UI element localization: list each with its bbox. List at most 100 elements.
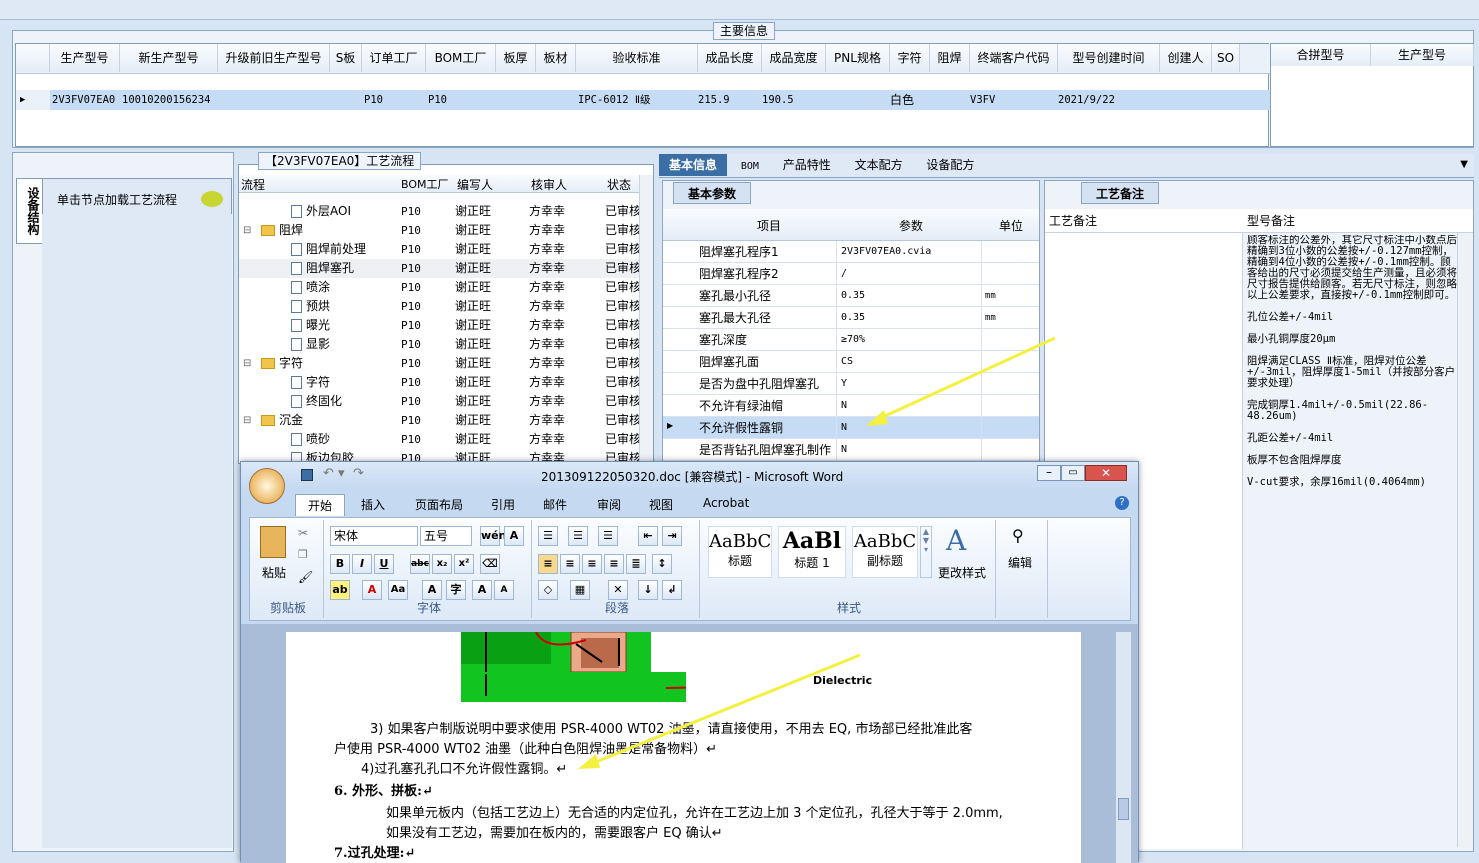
list-item[interactable]: 外层AOI P10 谢正旺 方幸幸 已审核: [239, 202, 649, 221]
change-styles-icon[interactable]: A: [946, 524, 966, 557]
col-header[interactable]: 生产型号: [1371, 44, 1474, 66]
char-border-icon[interactable]: A: [504, 526, 524, 546]
style-heading-1[interactable]: AaBl 标题 1: [778, 526, 846, 578]
clear-format-icon[interactable]: ⌫: [480, 554, 500, 574]
sort-icon[interactable]: ↓: [638, 580, 658, 600]
decrease-indent-icon[interactable]: ⇤: [638, 526, 658, 546]
strikethrough-icon[interactable]: abc: [410, 554, 430, 574]
char-shading-icon[interactable]: A: [422, 580, 442, 600]
collapse-icon[interactable]: ⊟: [243, 354, 251, 373]
list-item[interactable]: 曝光 P10 谢正旺 方幸幸 已审核: [239, 316, 649, 335]
justify-icon[interactable]: ≡: [604, 554, 624, 574]
tab-process-notes[interactable]: 工艺备注: [1081, 182, 1160, 204]
increase-indent-icon[interactable]: ⇥: [662, 526, 682, 546]
enclose-char-icon[interactable]: 字: [446, 580, 466, 600]
table-row[interactable]: 塞孔最大孔径 0.35 mm: [663, 307, 1039, 329]
col-header[interactable]: 验收标准: [576, 44, 698, 72]
tab-bom[interactable]: BOM: [731, 156, 769, 178]
paste-label[interactable]: 粘贴: [262, 564, 286, 581]
ribbon-tab-home[interactable]: 开始: [295, 494, 346, 516]
ribbon-tab-insert[interactable]: 插入: [361, 496, 385, 513]
copy-icon[interactable]: ❐: [298, 548, 308, 561]
minimize-icon[interactable]: –: [1037, 465, 1061, 481]
highlight-icon[interactable]: ab: [330, 580, 350, 600]
col-header[interactable]: 编写人: [457, 176, 493, 193]
col-header[interactable]: 项目: [757, 217, 781, 234]
col-header[interactable]: 创建人: [1160, 44, 1212, 72]
list-item[interactable]: 阻焊塞孔 P10 谢正旺 方幸幸 已审核: [239, 259, 649, 278]
tab-basic-params[interactable]: 基本参数: [673, 182, 752, 204]
paste-icon[interactable]: [260, 526, 286, 558]
office-button[interactable]: [249, 468, 285, 504]
cut-icon[interactable]: ✂: [298, 526, 308, 540]
ribbon-tab-mailings[interactable]: 邮件: [543, 496, 567, 513]
col-header[interactable]: SO: [1212, 44, 1240, 72]
chevron-down-icon[interactable]: ▼: [1460, 154, 1468, 176]
table-row[interactable]: 是否背钻孔阻焊塞孔制作 N: [663, 439, 1039, 461]
col-header[interactable]: 核审人: [531, 176, 567, 193]
col-header[interactable]: 升级前旧生产型号: [218, 44, 330, 72]
tab-equipment-recipe[interactable]: 设备配方: [916, 154, 984, 176]
redo-icon[interactable]: ↷: [353, 466, 364, 481]
table-row[interactable]: 塞孔最小孔径 0.35 mm: [663, 285, 1039, 307]
format-painter-icon[interactable]: 🖌: [298, 570, 313, 584]
align-center-icon[interactable]: ≡: [560, 554, 580, 574]
save-icon[interactable]: [301, 469, 313, 481]
list-item[interactable]: 阻焊前处理 P10 谢正旺 方幸幸 已审核: [239, 240, 649, 259]
col-header[interactable]: 工艺备注: [1049, 212, 1097, 229]
align-right-icon[interactable]: ≡: [582, 554, 602, 574]
undo-icon[interactable]: ↶ ▾: [323, 466, 345, 481]
col-header[interactable]: 流程: [241, 176, 265, 193]
table-row[interactable]: 不允许有绿油帽 N: [663, 395, 1039, 417]
col-header[interactable]: 订单工厂: [362, 44, 426, 72]
vertical-tab-equipment[interactable]: 设备结构: [16, 178, 42, 244]
edit-label[interactable]: 编辑: [1008, 554, 1032, 571]
change-styles-label[interactable]: 更改样式: [938, 564, 986, 581]
ribbon-tab-references[interactable]: 引用: [491, 496, 515, 513]
col-header[interactable]: 合拼型号: [1271, 44, 1371, 66]
font-name-select[interactable]: 宋体: [330, 526, 418, 546]
ribbon-tab-view[interactable]: 视图: [649, 496, 673, 513]
col-header[interactable]: 成品宽度: [762, 44, 826, 72]
table-row[interactable]: 阻焊塞孔面 CS: [663, 351, 1039, 373]
table-row[interactable]: ▶ 不允许假性露铜 N: [663, 417, 1039, 439]
distribute-icon[interactable]: ≣: [626, 554, 646, 574]
col-header[interactable]: 状态: [607, 176, 631, 193]
table-row[interactable]: 阻焊塞孔程序2/: [663, 263, 1039, 285]
col-header[interactable]: 板厚: [496, 44, 536, 72]
shading-icon[interactable]: ◇: [538, 580, 558, 600]
table-row[interactable]: 塞孔深度 ≥70%: [663, 329, 1039, 351]
list-item[interactable]: 喷砂 P10 谢正旺 方幸幸 已审核: [239, 430, 649, 449]
multilevel-list-icon[interactable]: ☰: [598, 526, 618, 546]
col-header[interactable]: BOM工厂: [426, 44, 496, 72]
tab-text-recipe[interactable]: 文本配方: [845, 154, 913, 176]
bullets-icon[interactable]: ☰: [538, 526, 558, 546]
col-header[interactable]: 生产型号: [50, 44, 120, 72]
underline-icon[interactable]: U: [374, 554, 394, 574]
binoculars-icon[interactable]: ⚲: [1012, 526, 1024, 545]
superscript-icon[interactable]: x²: [454, 554, 474, 574]
collapse-icon[interactable]: ⊟: [243, 411, 251, 430]
ribbon-tab-acrobat[interactable]: Acrobat: [703, 496, 749, 510]
document-scrollbar[interactable]: [1115, 632, 1131, 863]
col-header[interactable]: BOM工厂: [401, 176, 449, 192]
list-item[interactable]: 字符 P10 谢正旺 方幸幸 已审核: [239, 373, 649, 392]
col-header[interactable]: 型号创建时间: [1058, 44, 1160, 72]
col-header[interactable]: S板: [330, 44, 362, 72]
scroll-thumb[interactable]: [1118, 798, 1129, 820]
list-item[interactable]: 喷涂 P10 谢正旺 方幸幸 已审核: [239, 278, 649, 297]
help-icon[interactable]: ?: [1115, 496, 1129, 510]
col-header[interactable]: 参数: [899, 217, 923, 234]
list-item[interactable]: 终固化 P10 谢正旺 方幸幸 已审核: [239, 392, 649, 411]
list-item[interactable]: 预烘 P10 谢正旺 方幸幸 已审核: [239, 297, 649, 316]
col-header[interactable]: PNL规格: [826, 44, 890, 72]
font-color-icon[interactable]: A: [362, 580, 382, 600]
align-left-icon[interactable]: ≡: [538, 554, 558, 574]
bold-icon[interactable]: B: [330, 554, 350, 574]
close-icon[interactable]: ✕: [1085, 465, 1127, 481]
line-spacing-icon[interactable]: ↕: [652, 554, 672, 574]
styles-scroll-icon[interactable]: ▲ ▼ ▾: [920, 526, 932, 578]
tab-product-features[interactable]: 产品特性: [773, 154, 841, 176]
notes-scrollbar[interactable]: [1457, 233, 1471, 847]
list-item[interactable]: ⊟ 阻焊 P10 谢正旺 方幸幸 已审核: [239, 221, 649, 240]
